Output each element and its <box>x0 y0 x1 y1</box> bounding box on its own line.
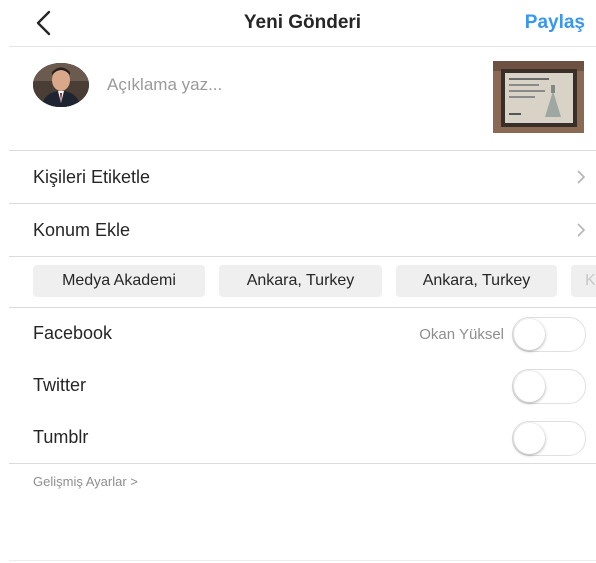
chevron-right-icon <box>577 170 586 184</box>
page-title: Yeni Gönderi <box>243 12 362 33</box>
post-thumbnail <box>493 61 584 133</box>
left-edge <box>0 0 9 563</box>
add-location-row[interactable]: Konum Ekle <box>9 204 596 257</box>
share-tumblr-row: Tumblr <box>9 412 596 464</box>
location-chip[interactable]: Medya Akademi <box>33 265 205 297</box>
caption-section: Açıklama yaz... <box>9 47 596 151</box>
chevron-right-icon <box>577 223 586 237</box>
location-chip[interactable]: Ankara, Turkey <box>396 265 557 297</box>
profile-photo <box>33 63 89 107</box>
network-label: Facebook <box>33 323 113 343</box>
bottom-divider <box>9 560 596 561</box>
tumblr-toggle[interactable] <box>512 421 586 456</box>
section-divider <box>9 463 596 464</box>
location-chip[interactable]: Ankara, Turkey <box>219 265 382 297</box>
share-facebook-row: Facebook Okan Yüksel <box>9 308 596 360</box>
share-twitter-row: Twitter <box>9 360 596 412</box>
add-location-label: Konum Ekle <box>33 220 131 240</box>
toggle-knob <box>514 371 545 402</box>
network-label: Twitter <box>33 375 87 395</box>
tag-people-row[interactable]: Kişileri Etiketle <box>9 151 596 204</box>
twitter-toggle[interactable] <box>512 369 586 404</box>
account-name: Okan Yüksel <box>419 326 504 343</box>
location-suggestions: Medya Akademi Ankara, Turkey Ankara, Tur… <box>9 256 596 308</box>
top-bar: Yeni Gönderi Paylaş <box>9 0 596 47</box>
facebook-toggle[interactable] <box>512 317 586 352</box>
share-button[interactable]: Paylaş <box>525 12 585 34</box>
toggle-knob <box>514 319 545 350</box>
certificate-image <box>493 61 584 133</box>
new-post-screen: Yeni Gönderi Paylaş Açıklama yaz... Kişi… <box>9 0 596 563</box>
advanced-settings-link[interactable]: Gelişmiş Ayarlar > <box>33 474 138 489</box>
tag-people-label: Kişileri Etiketle <box>33 167 151 187</box>
caption-input[interactable]: Açıklama yaz... <box>107 75 222 95</box>
avatar <box>33 63 89 107</box>
toggle-knob <box>514 423 545 454</box>
location-chip[interactable]: K <box>571 265 596 297</box>
network-label: Tumblr <box>33 427 89 447</box>
